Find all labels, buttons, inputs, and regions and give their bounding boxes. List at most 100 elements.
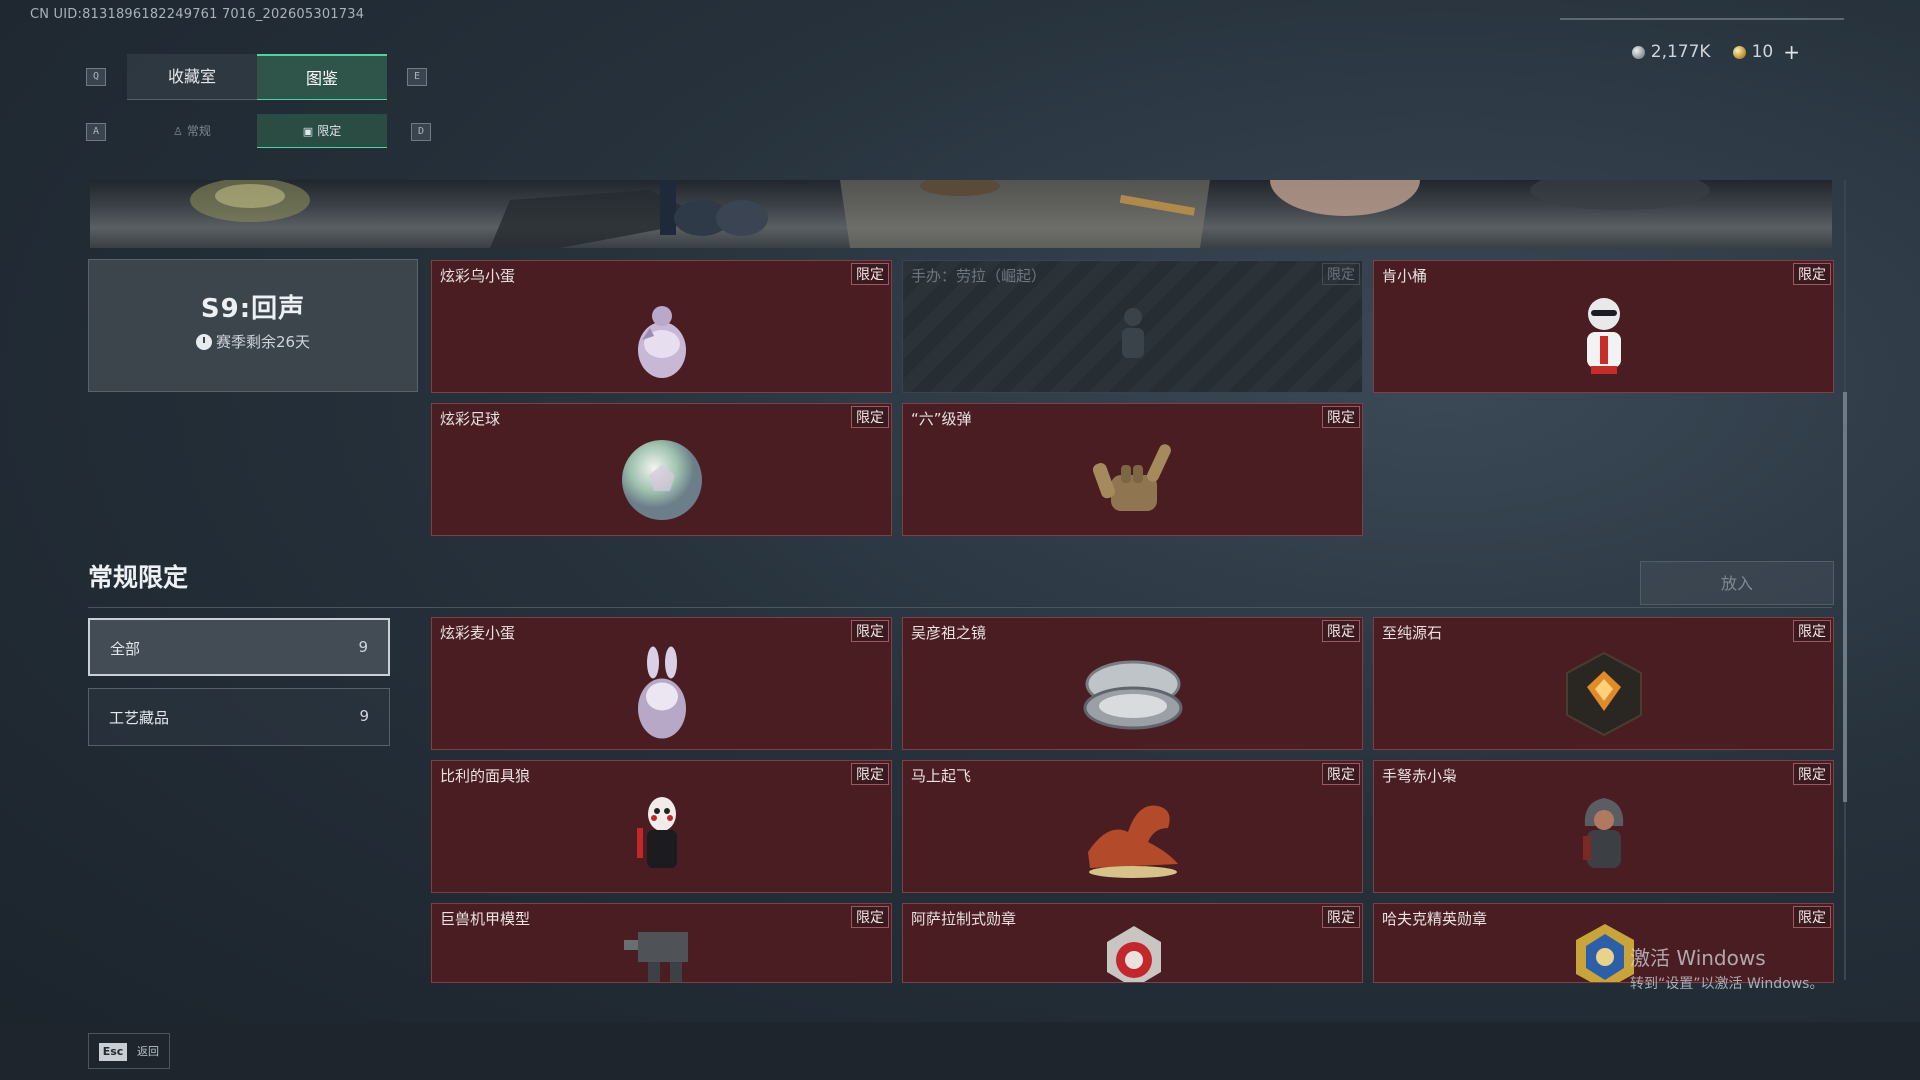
limited-tag: 限定 <box>1322 906 1360 928</box>
card-name: 马上起飞 <box>911 767 972 785</box>
limited-tag: 限定 <box>1793 763 1831 785</box>
limited-tag: 限定 <box>851 406 889 428</box>
limited-tag: 限定 <box>1322 620 1360 642</box>
season-remaining-text: 赛季剩余26天 <box>215 333 311 351</box>
season-info-card: S9:回声 赛季剩余26天 <box>88 259 418 392</box>
esc-key-hint: Esc <box>99 1043 127 1061</box>
silver-currency: 2,177K <box>1631 42 1711 62</box>
lamp-icon: ♙ <box>173 125 183 138</box>
tab-collection-room[interactable]: 收藏室 <box>127 54 257 100</box>
limited-tag: 限定 <box>851 263 889 285</box>
top-divider <box>1560 18 1844 20</box>
billy-puppet-icon <box>636 796 677 868</box>
add-currency-button[interactable]: + <box>1783 40 1800 64</box>
gold-currency: 10 + <box>1732 40 1800 64</box>
card-name: 至纯源石 <box>1382 624 1443 642</box>
limited-tag: 限定 <box>1322 763 1360 785</box>
season-title: S9:回声 <box>200 294 306 324</box>
back-label: 返回 <box>137 1045 159 1058</box>
watermark-line1: 激活 Windows <box>1630 946 1766 970</box>
section-title: 常规限定 <box>88 563 189 592</box>
item-card[interactable]: 马上起飞 限定 <box>902 760 1363 893</box>
hooded-figure-icon <box>1582 797 1623 868</box>
filter-count: 9 <box>359 707 369 725</box>
limited-tag: 限定 <box>1793 906 1831 928</box>
key-hint-e: E <box>407 68 427 86</box>
figure-lara-icon <box>1121 307 1144 358</box>
subtab-limited-label: 限定 <box>317 124 342 138</box>
watermark-line2: 转到“设置”以激活 Windows。 <box>1630 976 1824 992</box>
compact-mirror-icon <box>1083 660 1182 730</box>
season-banner-image <box>90 180 1832 248</box>
asala-medal-icon <box>1107 926 1161 982</box>
silver-coin-icon <box>1631 45 1645 59</box>
clock-icon <box>195 333 212 350</box>
item-card[interactable]: 阿萨拉制式勋章 限定 <box>902 903 1363 983</box>
limited-tag: 限定 <box>851 620 889 642</box>
featured-card-locked[interactable]: 手办：劳拉（崛起） 限定 <box>902 260 1363 393</box>
card-name: 巨兽机甲模型 <box>440 910 531 928</box>
card-name: 炫彩乌小蛋 <box>440 267 516 285</box>
limited-tag: 限定 <box>851 906 889 928</box>
put-in-button[interactable]: 放入 <box>1640 561 1834 605</box>
back-button[interactable]: Esc 返回 <box>88 1033 170 1069</box>
featured-card[interactable]: 肯小桶 限定 <box>1373 260 1834 393</box>
silver-amount: 2,177K <box>1650 42 1711 62</box>
card-name: 阿萨拉制式勋章 <box>911 910 1017 928</box>
featured-card[interactable]: 炫彩足球 限定 <box>431 403 892 536</box>
limited-tag: 限定 <box>1322 406 1360 428</box>
subtab-limited[interactable]: ▣ 限定 <box>257 114 387 148</box>
card-name: 手弩赤小枭 <box>1382 767 1458 785</box>
limited-tag: 限定 <box>1322 263 1360 285</box>
egg-rabbit-icon <box>637 646 686 739</box>
featured-card[interactable]: 炫彩乌小蛋 限定 <box>431 260 892 393</box>
card-name: 炫彩麦小蛋 <box>440 624 516 642</box>
item-card[interactable]: 炫彩麦小蛋 限定 <box>431 617 892 750</box>
limited-tag: 限定 <box>1793 620 1831 642</box>
card-name: “六”级弹 <box>911 410 972 428</box>
season-remaining: 赛季剩余26天 <box>89 331 417 352</box>
item-card[interactable]: 手弩赤小枭 限定 <box>1373 760 1834 893</box>
horse-sculpture-icon <box>1087 805 1178 878</box>
gold-coin-icon <box>1732 45 1746 59</box>
mech-model-icon <box>624 932 688 982</box>
egg-crow-icon <box>637 305 686 378</box>
card-name: 哈夫克精英勋章 <box>1382 910 1488 928</box>
filter-label: 工艺藏品 <box>109 709 170 727</box>
card-name: 炫彩足球 <box>440 410 501 428</box>
filter-label: 全部 <box>110 640 141 658</box>
section-divider <box>88 607 1832 608</box>
item-card[interactable]: 比利的面具狼 限定 <box>431 760 892 893</box>
gold-amount: 10 <box>1751 42 1774 62</box>
tab-codex[interactable]: 图鉴 <box>257 54 387 100</box>
football-icon <box>621 439 702 520</box>
item-card[interactable]: 吴彦祖之镜 限定 <box>902 617 1363 750</box>
windows-activation-watermark: 激活 Windows 转到“设置”以激活 Windows。 <box>1630 942 1823 993</box>
featured-card[interactable]: “六”级弹 限定 <box>902 403 1363 536</box>
key-hint-a: A <box>86 123 106 141</box>
currency-bar: 2,177K 10 + <box>1631 40 1800 64</box>
subtab-regular[interactable]: ♙ 常规 <box>127 114 257 148</box>
figure-colonel-icon <box>1586 297 1621 374</box>
source-stone-icon <box>1565 651 1642 737</box>
scrollbar-thumb[interactable] <box>1843 392 1847 802</box>
filter-craft-collectibles[interactable]: 工艺藏品 9 <box>88 688 390 746</box>
item-card[interactable]: 至纯源石 限定 <box>1373 617 1834 750</box>
key-hint-d: D <box>411 123 431 141</box>
card-name: 比利的面具狼 <box>440 767 531 785</box>
uid-label: CN UID:8131896182249761 7016_20260530173… <box>30 7 365 22</box>
subtab-regular-label: 常规 <box>186 124 211 138</box>
item-card[interactable]: 巨兽机甲模型 限定 <box>431 903 892 983</box>
footer-bar <box>0 1022 1920 1080</box>
image-icon: ▣ <box>302 125 314 138</box>
filter-count: 9 <box>358 638 368 656</box>
card-name: 手办：劳拉（崛起） <box>911 267 1047 285</box>
limited-tag: 限定 <box>1793 263 1831 285</box>
hand-gesture-icon <box>1092 444 1171 511</box>
filter-all[interactable]: 全部 9 <box>88 618 390 676</box>
key-hint-q: Q <box>86 68 106 86</box>
card-name: 吴彦祖之镜 <box>911 624 987 642</box>
card-name: 肯小桶 <box>1382 267 1428 285</box>
limited-tag: 限定 <box>851 763 889 785</box>
banner-scene <box>190 180 1710 248</box>
